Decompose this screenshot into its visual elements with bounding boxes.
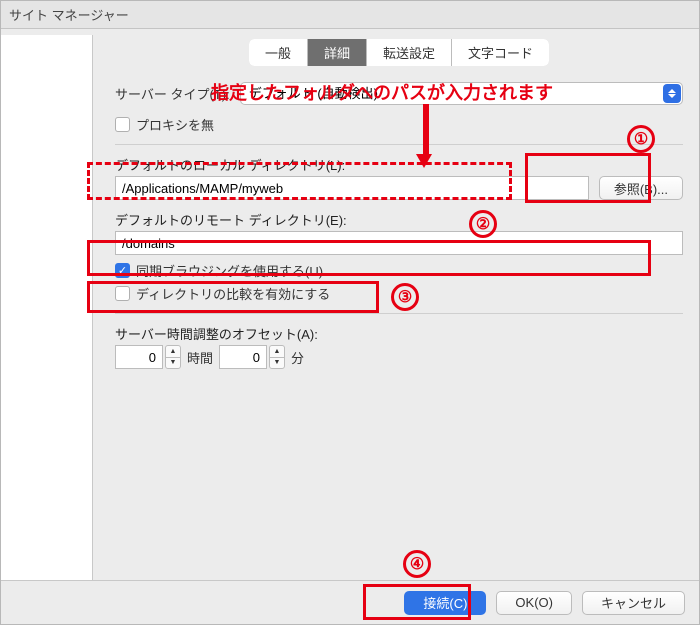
tab-details[interactable]: 詳細 [308,39,367,66]
title-bar: サイト マネージャー [1,1,699,29]
proxy-checkbox[interactable] [115,117,130,132]
dir-compare-checkbox[interactable] [115,286,130,301]
offset-row: ▲ ▼ 時間 ▲ ▼ 分 [115,345,683,369]
site-list-panel[interactable] [1,35,93,580]
ok-button[interactable]: OK(O) [496,591,572,615]
remote-dir-row [115,231,683,255]
minutes-step-down[interactable]: ▼ [269,357,285,370]
tab-bar: 一般 詳細 転送設定 文字コード [115,39,683,66]
remote-dir-input[interactable] [115,231,683,255]
tab-general[interactable]: 一般 [249,39,308,66]
minutes-input[interactable] [219,345,267,369]
window-title: サイト マネージャー [9,5,129,24]
local-dir-row: 参照(B)... [115,176,683,200]
proxy-checkbox-label: プロキシを無 [136,115,214,134]
browse-button[interactable]: 参照(B)... [599,176,683,200]
server-type-row: サーバー タイプ(T): デフォルト (自動検出) [115,82,683,105]
server-type-select-wrap[interactable]: デフォルト (自動検出) [240,82,683,105]
window-body: 一般 詳細 転送設定 文字コード サーバー タイプ(T): デフォルト (自動検… [1,29,699,580]
minutes-stepper[interactable]: ▲ ▼ [269,345,285,369]
hours-input[interactable] [115,345,163,369]
sync-browsing-label: 同期ブラウジングを使用する(U) [136,261,323,280]
tab-transfer[interactable]: 転送設定 [367,39,452,66]
proxy-checkbox-row[interactable]: プロキシを無 [115,115,683,134]
hours-step-up[interactable]: ▲ [165,345,181,357]
local-dir-input[interactable] [115,176,589,200]
sync-browsing-checkbox[interactable] [115,263,130,278]
dir-compare-row[interactable]: ディレクトリの比較を有効にする [115,284,683,303]
hours-suffix: 時間 [187,348,213,367]
remote-dir-label: デフォルトのリモート ディレクトリ(E): [115,210,683,229]
divider-1 [115,144,683,145]
divider-2 [115,313,683,314]
tab-charset[interactable]: 文字コード [452,39,549,66]
dialog-footer: 接続(C) OK(O) キャンセル [1,580,699,624]
details-panel: 一般 詳細 転送設定 文字コード サーバー タイプ(T): デフォルト (自動検… [93,29,699,580]
hours-step-down[interactable]: ▼ [165,357,181,370]
server-type-select[interactable]: デフォルト (自動検出) [240,82,683,105]
tab-seg: 一般 詳細 転送設定 文字コード [249,39,549,66]
server-type-label: サーバー タイプ(T): [115,84,230,103]
minutes-step-up[interactable]: ▲ [269,345,285,357]
minutes-field: ▲ ▼ [219,345,285,369]
sync-browsing-row[interactable]: 同期ブラウジングを使用する(U) [115,261,683,280]
minutes-suffix: 分 [291,348,304,367]
local-dir-wrap [115,176,589,200]
connect-button[interactable]: 接続(C) [404,591,486,615]
hours-stepper[interactable]: ▲ ▼ [165,345,181,369]
site-manager-window: サイト マネージャー 一般 詳細 転送設定 文字コード サーバー タイプ(T):… [0,0,700,625]
local-dir-label: デフォルトのローカル ディレクトリ(L): [115,155,683,174]
offset-label: サーバー時間調整のオフセット(A): [115,324,683,343]
select-arrow-icon [663,84,681,103]
hours-field: ▲ ▼ [115,345,181,369]
dir-compare-label: ディレクトリの比較を有効にする [136,284,330,303]
cancel-button[interactable]: キャンセル [582,591,685,615]
